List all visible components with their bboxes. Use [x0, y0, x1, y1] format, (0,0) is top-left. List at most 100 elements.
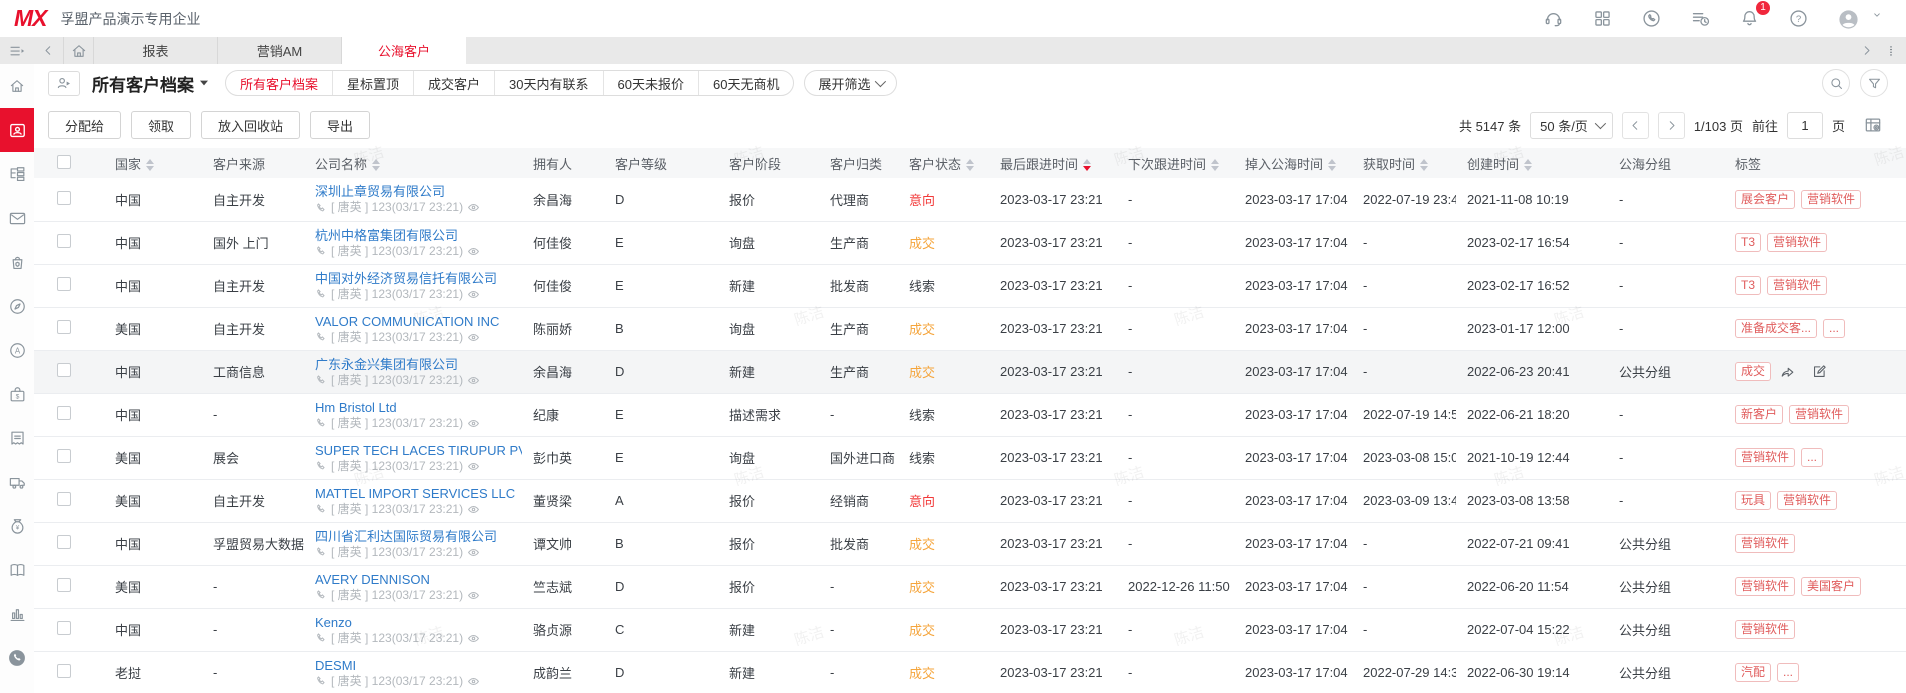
company-link[interactable]: Hm Bristol Ltd [315, 399, 522, 416]
eye-icon[interactable] [467, 675, 480, 688]
table-row[interactable]: 美国 自主开发 VALOR COMMUNICATION INC[ 唐英 ] 123(… [34, 307, 1906, 351]
column-header[interactable]: 最后跟进时间 [989, 148, 1117, 178]
tag[interactable]: 美国客户 [1801, 577, 1862, 596]
company-link[interactable]: 中国对外经济贸易信托有限公司 [315, 270, 522, 287]
eye-icon[interactable] [467, 201, 480, 214]
sidebar-item-report-chart[interactable] [0, 592, 34, 636]
sidebar-item-receipt[interactable] [0, 416, 34, 460]
tab-1[interactable]: 报表 [94, 37, 218, 64]
column-header[interactable]: 创建时间 [1456, 148, 1608, 178]
view-selector[interactable]: 所有客户档案 [92, 71, 209, 96]
column-header[interactable]: 获取时间 [1352, 148, 1456, 178]
tag[interactable]: ... [1823, 319, 1846, 338]
tag[interactable]: 营销软件 [1801, 189, 1862, 209]
tag[interactable]: 营销软件 [1735, 620, 1796, 639]
tab-scroll-right-icon[interactable] [1859, 43, 1874, 58]
owner-filter-button[interactable] [48, 70, 80, 96]
tag[interactable]: 营销软件 [1735, 534, 1796, 553]
share-icon[interactable] [1779, 363, 1796, 380]
company-link[interactable]: MATTEL IMPORT SERVICES LLC [315, 485, 522, 502]
tag[interactable]: 营销软件 [1767, 276, 1828, 295]
quick-filter-3[interactable]: 成交客户 [413, 71, 494, 95]
table-row[interactable]: 中国 自主开发 深圳止章贸易有限公司[ 唐英 ] 123(03/17 23:21) 余… [34, 178, 1906, 222]
quick-filter-6[interactable]: 60天无商机 [697, 71, 793, 95]
topbar-notification-bell[interactable]: 1 [1739, 0, 1770, 30]
tag[interactable]: 营销软件 [1767, 233, 1828, 252]
sidebar-item-org-structure[interactable] [0, 152, 34, 196]
company-link[interactable]: DESMI [315, 657, 522, 674]
sidebar-toggle[interactable] [0, 37, 34, 64]
row-checkbox[interactable] [57, 449, 71, 463]
tab-more-icon[interactable] [1884, 44, 1898, 58]
quick-filter-1[interactable]: 所有客户档案 [226, 71, 332, 95]
row-checkbox[interactable] [57, 234, 71, 248]
sidebar-item-compass[interactable] [0, 284, 34, 328]
sidebar-item-customer-archive[interactable] [0, 108, 34, 152]
search-button[interactable] [1822, 69, 1850, 97]
tag[interactable]: 成交 [1735, 362, 1772, 381]
company-link[interactable]: 深圳止章贸易有限公司 [315, 183, 522, 200]
row-checkbox[interactable] [57, 664, 71, 678]
sidebar-item-finance-case[interactable]: $ [0, 372, 34, 416]
tag[interactable]: 汽配 [1735, 663, 1772, 682]
tag[interactable]: 营销软件 [1789, 405, 1850, 424]
sidebar-item-circle-a[interactable]: A [0, 328, 34, 372]
row-checkbox[interactable] [57, 621, 71, 635]
table-row[interactable]: 中国 国外 上门 杭州中格富集团有限公司[ 唐英 ] 123(03/17 23:21… [34, 221, 1906, 265]
eye-icon[interactable] [467, 589, 480, 602]
row-checkbox[interactable] [57, 578, 71, 592]
sort-icon[interactable] [966, 159, 975, 172]
sidebar-item-mail[interactable] [0, 196, 34, 240]
tab-3[interactable]: 公海客户 [342, 37, 466, 64]
company-link[interactable]: VALOR COMMUNICATION INC [315, 313, 522, 330]
column-header[interactable]: 下次跟进时间 [1117, 148, 1234, 178]
table-row[interactable]: 美国 自主开发 MATTEL IMPORT SERVICES LLC[ 唐英 ] 1… [34, 479, 1906, 523]
column-header[interactable]: 公司名称 [304, 148, 522, 178]
row-checkbox[interactable] [57, 277, 71, 291]
company-link[interactable]: 四川省汇利达国际贸易有限公司 [315, 528, 522, 545]
row-checkbox[interactable] [57, 363, 71, 377]
column-header[interactable]: 国家 [104, 148, 202, 178]
quick-filter-4[interactable]: 30天内有联系 [494, 71, 602, 95]
toolbar-button-3[interactable]: 放入回收站 [201, 111, 301, 139]
tag[interactable]: ... [1801, 448, 1824, 467]
tag[interactable]: 准备成交客... [1735, 319, 1818, 338]
row-checkbox[interactable] [57, 535, 71, 549]
row-checkbox[interactable] [57, 406, 71, 420]
table-row[interactable]: 老挝 - DESMI[ 唐英 ] 123(03/17 23:21) 成韵兰 D 新建 - 成交… [34, 651, 1906, 693]
sort-icon[interactable] [1211, 159, 1220, 172]
topbar-task-list[interactable] [1690, 8, 1712, 30]
eye-icon[interactable] [467, 288, 480, 301]
tab-home-button[interactable] [64, 37, 94, 64]
tag[interactable]: 新客户 [1735, 405, 1784, 424]
tag[interactable]: 营销软件 [1777, 491, 1838, 510]
eye-icon[interactable] [467, 417, 480, 430]
company-link[interactable]: 广东永金兴集团有限公司 [315, 356, 522, 373]
tag[interactable]: 营销软件 [1735, 448, 1796, 467]
sort-icon[interactable] [1083, 159, 1092, 172]
company-link[interactable]: Kenzo [315, 614, 522, 631]
sidebar-item-home[interactable] [0, 64, 34, 108]
tag[interactable]: T3 [1735, 233, 1762, 252]
column-settings-button[interactable] [1858, 111, 1888, 139]
next-page-button[interactable] [1657, 111, 1685, 139]
table-row[interactable]: 中国 孚盟贸易大数据 四川省汇利达国际贸易有限公司[ 唐英 ] 123(03/17 … [34, 522, 1906, 566]
company-link[interactable]: AVERY DENNISON [315, 571, 522, 588]
tag[interactable]: 营销软件 [1735, 577, 1796, 596]
eye-icon[interactable] [467, 331, 480, 344]
tag[interactable]: 展会客户 [1735, 189, 1796, 209]
tag[interactable]: ... [1777, 663, 1800, 682]
goto-page-input[interactable] [1786, 111, 1823, 139]
topbar-headset[interactable] [1543, 8, 1565, 30]
table-row[interactable]: 中国 - Kenzo[ 唐英 ] 123(03/17 23:21) 骆贞源 C 新建 - 成交… [34, 608, 1906, 652]
table-row[interactable]: 美国 - AVERY DENNISON[ 唐英 ] 123(03/17 23:21)… [34, 565, 1906, 609]
company-link[interactable]: 杭州中格富集团有限公司 [315, 227, 522, 244]
sidebar-item-knowledge-book[interactable] [0, 548, 34, 592]
sort-icon[interactable] [1328, 159, 1337, 172]
tab-back-button[interactable] [34, 37, 64, 64]
eye-icon[interactable] [467, 460, 480, 473]
prev-page-button[interactable] [1621, 111, 1649, 139]
toolbar-button-1[interactable]: 分配给 [48, 111, 122, 139]
row-checkbox[interactable] [57, 320, 71, 334]
sort-icon[interactable] [146, 159, 155, 172]
